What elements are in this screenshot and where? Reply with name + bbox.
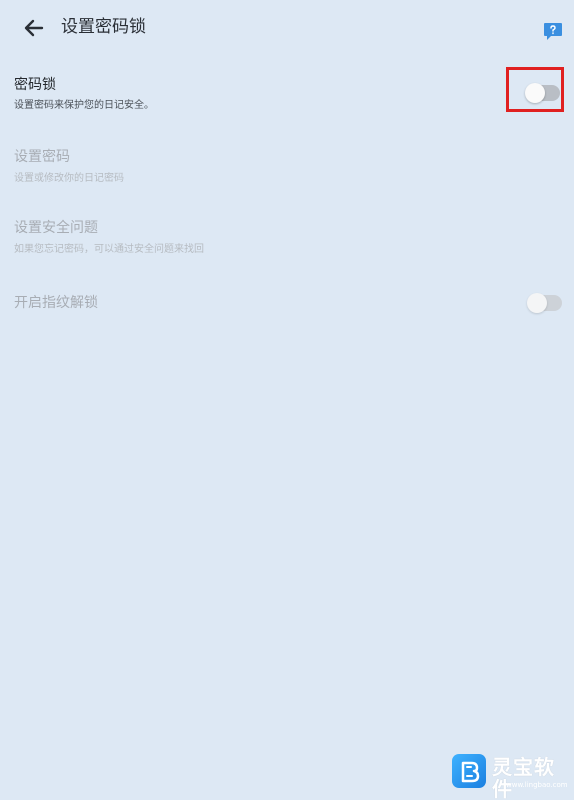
top-app-bar: 设置密码锁 bbox=[0, 0, 574, 56]
watermark-url: www.lingbao.com bbox=[506, 781, 568, 789]
setting-subtitle: 设置密码来保护您的日记安全。 bbox=[14, 100, 154, 111]
setting-subtitle: 设置或修改你的日记密码 bbox=[14, 173, 124, 184]
setting-title: 密码锁 bbox=[14, 77, 56, 93]
fingerprint-toggle[interactable] bbox=[527, 293, 562, 313]
setting-title: 开启指纹解锁 bbox=[14, 295, 98, 311]
setting-title: 设置密码 bbox=[14, 149, 70, 165]
setting-password-lock[interactable]: 密码锁 设置密码来保护您的日记安全。 bbox=[0, 66, 574, 116]
setting-set-password[interactable]: 设置密码 设置或修改你的日记密码 bbox=[0, 145, 574, 191]
toggle-knob bbox=[527, 293, 547, 313]
setting-title: 设置安全问题 bbox=[14, 220, 98, 236]
logo-icon bbox=[461, 761, 480, 783]
app-screen: 设置密码锁 密码锁 设置密码来保护您的日记安全。 设置密码 设置或修改你的日记密… bbox=[0, 0, 577, 800]
setting-subtitle: 如果您忘记密码，可以通过安全问题来找回 bbox=[14, 244, 204, 255]
watermark-text: 灵宝软件 bbox=[492, 755, 555, 800]
feedback-icon[interactable] bbox=[542, 20, 564, 42]
page-title: 设置密码锁 bbox=[61, 17, 146, 37]
setting-fingerprint-unlock[interactable]: 开启指纹解锁 bbox=[0, 288, 574, 318]
watermark-logo bbox=[452, 754, 486, 788]
back-arrow-icon[interactable] bbox=[22, 16, 46, 40]
highlight-box bbox=[506, 67, 564, 112]
setting-security-question[interactable]: 设置安全问题 如果您忘记密码，可以通过安全问题来找回 bbox=[0, 216, 574, 262]
